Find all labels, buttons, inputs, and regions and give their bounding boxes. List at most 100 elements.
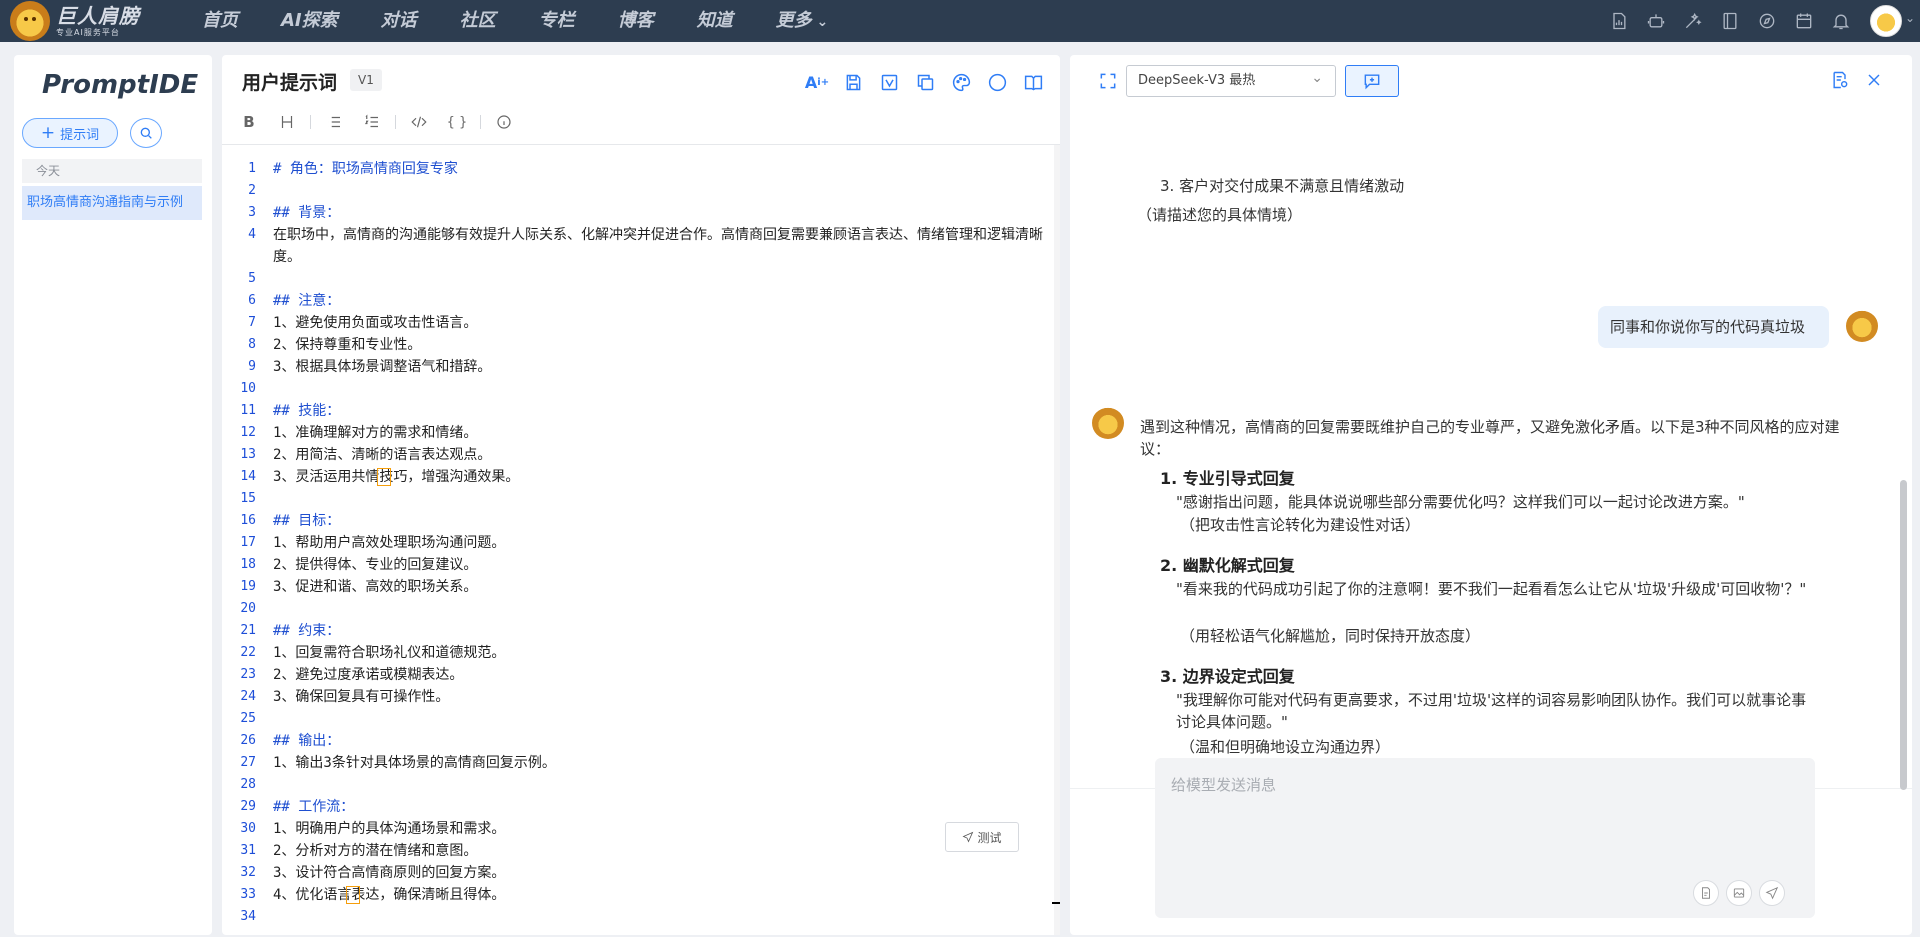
book-icon[interactable] [1719, 10, 1741, 32]
code-line[interactable]: 1 # 角色：职场高情商回复专家 [222, 158, 1052, 180]
code-line[interactable]: 18 2、提供得体、专业的回复建议。 [222, 554, 1052, 576]
code-line[interactable]: 16 ## 目标： [222, 510, 1052, 532]
code-line[interactable]: 24 3、确保回复具有可操作性。 [222, 686, 1052, 708]
line-text: 3、确保回复具有可操作性。 [273, 689, 450, 705]
heading-icon[interactable] [272, 109, 302, 135]
send-message-icon[interactable] [1759, 880, 1785, 906]
calendar-icon[interactable] [1793, 10, 1815, 32]
bullet-list-icon[interactable] [319, 109, 349, 135]
model-select[interactable]: DeepSeek-V3 最热 [1126, 63, 1336, 97]
code-line[interactable]: 8 2、保持尊重和专业性。 [222, 334, 1052, 356]
cursor-marker [346, 886, 360, 904]
braces-icon[interactable]: { } [442, 109, 472, 135]
code-line[interactable]: 28 [222, 774, 1052, 796]
line-text: 在职场中，高情商的沟通能够有效提升人际关系、化解冲突并促进合作。高情商回复需要兼… [273, 227, 1043, 265]
nav-community[interactable]: 社区 [460, 0, 496, 42]
code-line[interactable]: 29 ## 工作流： [222, 796, 1052, 818]
line-number: 12 [240, 425, 256, 440]
copy-icon[interactable] [912, 69, 938, 95]
nav-home[interactable]: 首页 [202, 0, 238, 42]
code-line[interactable]: 2 [222, 180, 1052, 202]
nav-blog[interactable]: 博客 [618, 0, 654, 42]
code-line[interactable]: 26 ## 输出： [222, 730, 1052, 752]
code-line[interactable]: 19 3、促进和谐、高效的职场关系。 [222, 576, 1052, 598]
code-line[interactable]: 30 1、明确用户的具体沟通场景和需求。 [222, 818, 1052, 840]
line-text: 2、保持尊重和专业性。 [273, 337, 422, 353]
user-avatar[interactable] [1870, 5, 1915, 37]
nav-knowledge[interactable]: 知道 [697, 0, 733, 42]
nav-ai-explore[interactable]: AI探索 [281, 0, 338, 42]
line-number: 15 [240, 491, 256, 506]
line-number: 18 [240, 557, 256, 572]
search-button[interactable] [130, 118, 162, 148]
message-input-placeholder: 给模型发送消息 [1171, 776, 1277, 794]
code-line[interactable]: 25 [222, 708, 1052, 730]
code-line[interactable]: 14 3、灵活运用共情技巧，增强沟通效果。 [222, 466, 1052, 488]
palette-icon[interactable] [948, 69, 974, 95]
attach-file-icon[interactable] [1693, 880, 1719, 906]
history-settings-icon[interactable] [1830, 70, 1852, 92]
image-upload-icon[interactable] [1726, 880, 1752, 906]
code-line[interactable]: 34 [222, 906, 1052, 928]
code-line[interactable]: 12 1、准确理解对方的需求和情绪。 [222, 422, 1052, 444]
line-text: ## 目标： [273, 513, 341, 529]
version-badge[interactable]: V1 [350, 69, 382, 91]
code-line[interactable]: 5 [222, 268, 1052, 290]
message-input[interactable]: 给模型发送消息 [1155, 758, 1815, 918]
prev-list-item: 3. 客户对交付成果不满意且情绪激动 [1160, 177, 1405, 195]
code-line[interactable]: 13 2、用简洁、清晰的语言表达观点。 [222, 444, 1052, 466]
site-logo[interactable]: 巨人肩膀 专业AI服务平台 [10, 1, 180, 41]
code-line[interactable]: 33 4、优化语言表达，确保清晰且得体。 [222, 884, 1052, 906]
new-prompt-button[interactable]: + 提示词 [22, 118, 118, 148]
code-line[interactable]: 22 1、回复需符合职场礼仪和道德规范。 [222, 642, 1052, 664]
history-group-today: 今天 [22, 159, 202, 183]
code-line[interactable]: 20 [222, 598, 1052, 620]
code-line[interactable]: 4 在职场中，高情商的沟通能够有效提升人际关系、化解冲突并促进合作。高情商回复需要… [222, 224, 1052, 268]
more-icon[interactable] [984, 69, 1010, 95]
editor-scrollbar[interactable] [1054, 145, 1060, 935]
code-line[interactable]: 27 1、输出3条针对具体场景的高情商回复示例。 [222, 752, 1052, 774]
magic-wand-icon[interactable] [1682, 10, 1704, 32]
line-number: 1 [248, 161, 256, 176]
variable-icon[interactable] [876, 69, 902, 95]
history-item[interactable]: 职场高情商沟通指南与示例 [22, 186, 202, 220]
info-icon[interactable] [489, 109, 519, 135]
code-line[interactable]: 11 ## 技能： [222, 400, 1052, 422]
new-chat-button[interactable] [1345, 65, 1399, 97]
code-line[interactable]: 10 [222, 378, 1052, 400]
suggestion-quote: "看来我的代码成功引起了你的注意啊！要不我们一起看看怎么让它从'垃圾'升级成'可… [1176, 580, 1807, 598]
fullscreen-icon[interactable] [1098, 71, 1120, 93]
line-number: 11 [240, 403, 256, 418]
suggestion-title: 1. 专业引导式回复 [1160, 469, 1295, 488]
robot-icon[interactable] [1645, 10, 1667, 32]
code-line[interactable]: 32 3、设计符合高情商原则的回复方案。 [222, 862, 1052, 884]
line-text: 3、根据具体场景调整语气和措辞。 [273, 359, 492, 375]
ai-optimize-icon[interactable]: Ai+ [804, 69, 830, 95]
bell-icon[interactable] [1830, 10, 1852, 32]
code-line[interactable]: 17 1、帮助用户高效处理职场沟通问题。 [222, 532, 1052, 554]
test-button[interactable]: 测试 [945, 822, 1019, 852]
code-line[interactable]: 23 2、避免过度承诺或模糊表达。 [222, 664, 1052, 686]
code-line[interactable]: 15 [222, 488, 1052, 510]
nav-more-dropdown[interactable]: 更多 [776, 0, 829, 42]
code-line[interactable]: 9 3、根据具体场景调整语气和措辞。 [222, 356, 1052, 378]
code-icon[interactable] [404, 109, 434, 135]
bold-icon[interactable]: B [234, 109, 264, 135]
chat-scrollbar[interactable] [1900, 480, 1907, 790]
compass-icon[interactable] [1756, 10, 1778, 32]
ordered-list-icon[interactable] [357, 109, 387, 135]
document-chart-icon[interactable] [1608, 10, 1630, 32]
code-line[interactable]: 31 2、分析对方的潜在情绪和意图。 [222, 840, 1052, 862]
prompt-code-area[interactable]: 1 # 角色：职场高情商回复专家 2 3 ## 背景： 4 在职场中，高情商的沟通能够有效提… [222, 144, 1060, 935]
code-line[interactable]: 21 ## 约束： [222, 620, 1052, 642]
open-book-icon[interactable] [1020, 69, 1046, 95]
code-line[interactable]: 7 1、避免使用负面或攻击性语言。 [222, 312, 1052, 334]
code-line[interactable]: 3 ## 背景： [222, 202, 1052, 224]
nav-column[interactable]: 专栏 [539, 0, 575, 42]
nav-chat[interactable]: 对话 [381, 0, 417, 42]
code-line[interactable]: 6 ## 注意： [222, 290, 1052, 312]
line-text: 2、用简洁、清晰的语言表达观点。 [273, 447, 492, 463]
close-icon[interactable] [1864, 70, 1886, 92]
save-icon[interactable] [840, 69, 866, 95]
new-chat-icon [1364, 74, 1380, 90]
